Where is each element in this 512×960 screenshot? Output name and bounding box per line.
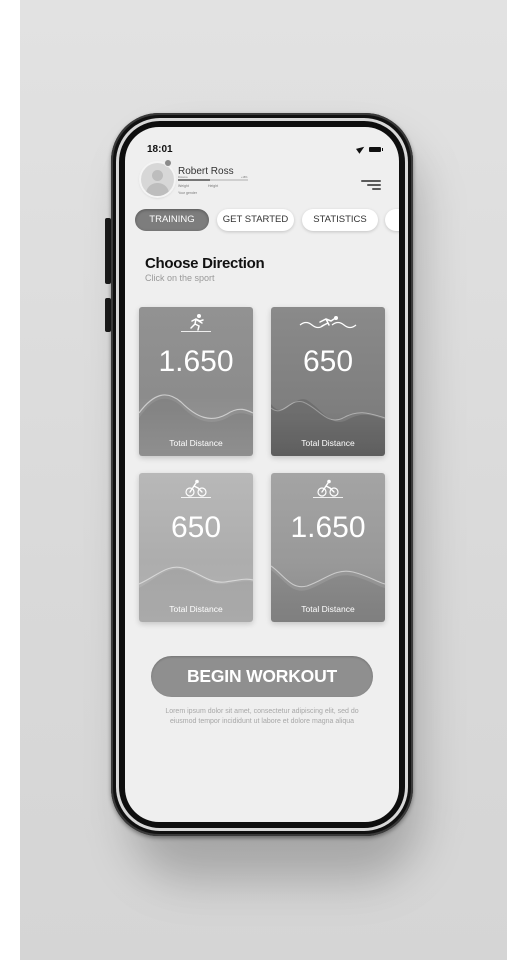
app-screen: 18:01 Robert Ross Distance +18% Weight H… (125, 127, 399, 822)
begin-workout-button[interactable]: BEGIN WORKOUT (151, 656, 373, 697)
gender-label: Your gender (178, 191, 197, 195)
card-label: Total Distance (169, 438, 223, 448)
tab-training[interactable]: TRAINING (135, 209, 209, 231)
menu-icon[interactable] (361, 180, 381, 190)
card-label: Total Distance (169, 604, 223, 614)
card-value: 650 (170, 511, 222, 544)
cyclist-icon (139, 479, 253, 497)
tab-statistics[interactable]: STATISTICS (302, 209, 378, 231)
progress-percent: +18% (241, 176, 248, 179)
card-value: 650 (302, 345, 354, 378)
cyclist-icon (271, 479, 385, 497)
weight-label: Weight (178, 184, 189, 188)
sport-card-cycling[interactable]: 650 Total Distance (139, 473, 253, 622)
tab-get-started[interactable]: GET STARTED (217, 209, 294, 231)
card-value: 1.650 (158, 345, 234, 378)
runner-icon (139, 313, 253, 331)
avatar[interactable] (141, 163, 174, 196)
swimmer-icon (271, 313, 385, 331)
status-icons (356, 144, 383, 154)
card-value: 1.650 (290, 511, 366, 544)
progress-label: Distance (178, 176, 188, 179)
description-text: Lorem ipsum dolor sit amet, consectetur … (165, 708, 359, 725)
location-icon (356, 144, 366, 154)
sport-card-swimming[interactable]: 650 Total Distance (271, 307, 385, 456)
battery-icon (369, 146, 383, 152)
page-subtitle: Click on the sport (145, 273, 215, 283)
card-label: Total Distance (301, 438, 355, 448)
card-label: Total Distance (301, 604, 355, 614)
sport-card-cycling[interactable]: 1.650 Total Distance (271, 473, 385, 622)
status-dot (165, 160, 171, 166)
status-time: 18:01 (147, 144, 173, 155)
distance-progress (178, 179, 248, 181)
sport-card-running[interactable]: 1.650 Total Distance (139, 307, 253, 456)
page-title: Choose Direction (145, 255, 265, 272)
height-label: Height (208, 184, 219, 188)
tab-more[interactable] (385, 209, 399, 231)
